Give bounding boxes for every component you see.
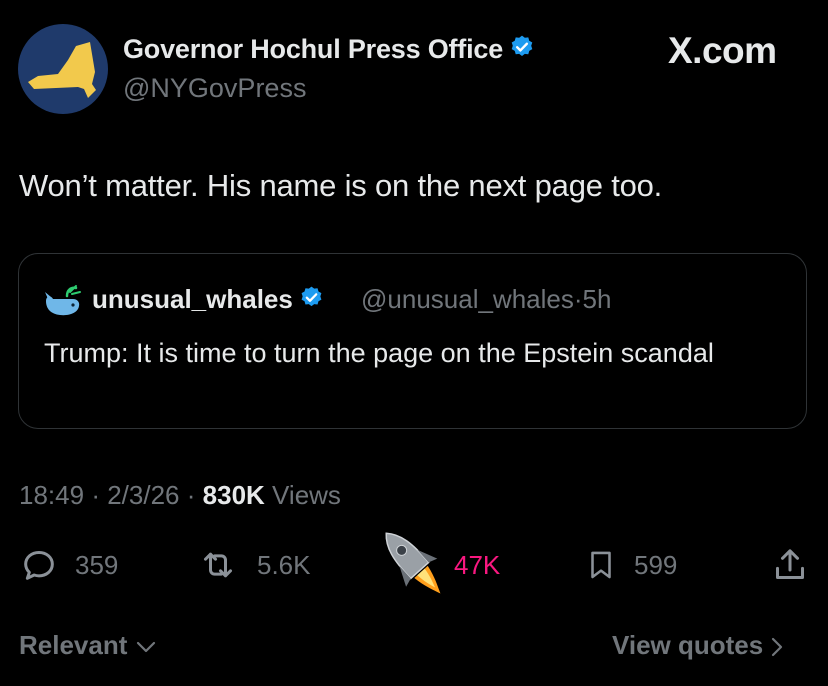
views-count[interactable]: 830K xyxy=(203,480,265,510)
quoted-handle-time: @unusual_whales·5h xyxy=(361,284,611,315)
quoted-name-text: unusual_whales xyxy=(92,284,293,314)
separator-dot: · xyxy=(91,480,100,510)
verified-badge-icon xyxy=(299,285,324,317)
verified-badge-icon xyxy=(509,34,535,67)
share-icon xyxy=(776,549,804,579)
tweet-text: Won’t matter. His name is on the next pa… xyxy=(19,168,663,203)
separator-dot: · xyxy=(573,284,583,314)
chevron-down-icon xyxy=(136,642,155,653)
author-name-text: Governor Hochul Press Office xyxy=(123,34,504,64)
view-quotes-link[interactable]: View quotes xyxy=(612,630,784,661)
reply-bubble-icon xyxy=(24,551,54,580)
repost-count: 5.6K xyxy=(257,549,311,580)
view-quotes-label: View quotes xyxy=(612,630,764,660)
quoted-tweet-card[interactable]: unusual_whales @unusual_whales·5h Trump:… xyxy=(18,253,807,429)
like-button[interactable] xyxy=(368,518,458,608)
x-brand-logo: X.com xyxy=(668,30,777,71)
like-count-wrap[interactable]: 47K xyxy=(454,540,500,590)
bookmark-icon xyxy=(591,551,611,579)
sort-dropdown[interactable]: Relevant xyxy=(19,630,157,661)
bookmark-button[interactable]: 599 xyxy=(584,540,677,590)
whale-avatar-icon xyxy=(43,284,83,320)
bookmark-count: 599 xyxy=(634,549,678,580)
author-avatar[interactable] xyxy=(18,24,108,114)
new-york-state-icon xyxy=(28,42,96,98)
tweet-date: 2/3/26 xyxy=(107,480,180,510)
author-display-name[interactable]: Governor Hochul Press Office xyxy=(123,34,535,67)
quoted-tweet-text: Trump: It is time to turn the page on th… xyxy=(44,338,714,368)
like-count: 47K xyxy=(454,549,501,580)
reply-count: 359 xyxy=(75,549,119,580)
tweet-meta: 18:49 · 2/3/26 · 830K Views xyxy=(19,480,341,511)
repost-button[interactable]: 5.6K xyxy=(197,540,311,590)
separator-dot: · xyxy=(186,480,196,510)
reply-button[interactable]: 359 xyxy=(19,540,118,590)
share-button[interactable] xyxy=(770,540,810,590)
rocket-icon xyxy=(385,532,441,594)
quoted-time: 5h xyxy=(582,284,612,314)
sort-label: Relevant xyxy=(19,630,128,660)
author-handle[interactable]: @NYGovPress xyxy=(123,73,306,104)
repost-arrows-icon xyxy=(204,552,232,578)
tweet-time: 18:49 xyxy=(19,480,85,510)
views-label: Views xyxy=(272,480,341,510)
quoted-display-name[interactable]: unusual_whales xyxy=(92,284,324,317)
chevron-right-icon xyxy=(772,638,783,657)
quoted-handle[interactable]: @unusual_whales xyxy=(361,284,574,314)
